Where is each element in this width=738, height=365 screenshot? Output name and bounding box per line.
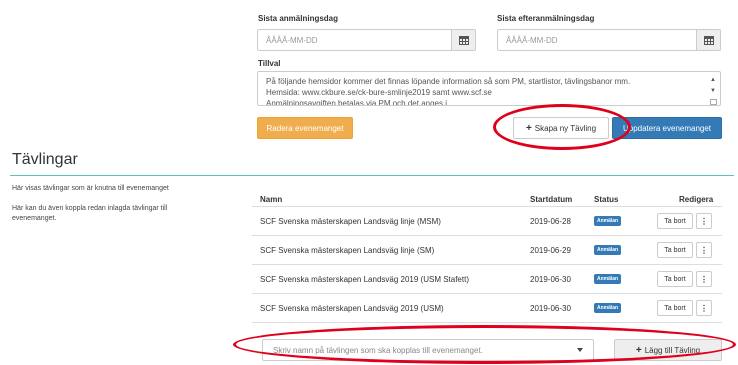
options-text-line: Anmälningsavgiften betalas via PM och de… xyxy=(266,99,454,106)
competition-name: SCF Svenska mästerskapen Landsväg linje … xyxy=(260,246,435,255)
calendar-icon[interactable] xyxy=(696,30,720,50)
kebab-menu-icon[interactable]: ⋮ xyxy=(696,271,712,287)
plus-icon: + xyxy=(635,344,642,356)
chevron-up-icon[interactable]: ▲ xyxy=(710,75,716,86)
table-row: SCF Svenska mästerskapen Landsväg 2019 (… xyxy=(252,264,722,293)
options-text-line: Hemsida: www.ckbure.se/ck-bure-smlinje20… xyxy=(266,88,492,97)
column-header-edit: Redigera xyxy=(679,195,714,204)
chevron-down-icon[interactable]: ▼ xyxy=(710,86,716,97)
section-description-line: evenemanget. xyxy=(12,215,57,222)
status-badge: Anmälan xyxy=(594,303,622,313)
link-competition-placeholder: Skriv namn på tävlingen som ska kopplas … xyxy=(273,345,483,355)
status-badge: Anmälan xyxy=(594,274,622,284)
last-late-registration-placeholder: ÅÅÅÅ-MM-DD xyxy=(506,35,558,45)
create-competition-label: Skapa ny Tävling xyxy=(534,123,597,133)
delete-competition-button[interactable]: Ta bort xyxy=(657,300,693,316)
textarea-spinner[interactable]: ▲ ▼ xyxy=(708,75,718,105)
options-text-line: På följande hemsidor kommer det finnas l… xyxy=(266,77,631,86)
resize-handle-icon[interactable] xyxy=(709,99,717,105)
update-event-button[interactable]: Uppdatera evenemanget xyxy=(612,117,722,139)
section-description: Här visas tävlingar som är knutna till e… xyxy=(12,185,169,192)
last-late-registration-label: Sista efteranmälningsdag xyxy=(497,14,595,23)
plus-icon: + xyxy=(525,122,532,134)
options-textarea[interactable]: På följande hemsidor kommer det finnas l… xyxy=(257,71,721,106)
table-row: SCF Svenska mästerskapen Landsväg linje … xyxy=(252,206,722,235)
section-description-line: Här kan du även koppla redan inlagda täv… xyxy=(12,205,168,212)
delete-competition-button[interactable]: Ta bort xyxy=(657,242,693,258)
competition-name: SCF Svenska mästerskapen Landsväg 2019 (… xyxy=(260,275,469,284)
table-row: SCF Svenska mästerskapen Landsväg linje … xyxy=(252,235,722,264)
table-bottom-border xyxy=(252,322,722,323)
section-title: Tävlingar xyxy=(12,151,78,168)
chevron-down-icon xyxy=(577,348,583,352)
delete-competition-button[interactable]: Ta bort xyxy=(657,271,693,287)
competition-date: 2019-06-30 xyxy=(530,304,571,313)
last-registration-label: Sista anmälningsdag xyxy=(258,14,339,23)
status-badge: Anmälan xyxy=(594,216,622,226)
column-header-status: Status xyxy=(594,195,619,204)
last-late-registration-date-input[interactable]: ÅÅÅÅ-MM-DD xyxy=(497,29,721,51)
column-header-start-date: Startdatum xyxy=(530,195,573,204)
delete-competition-button[interactable]: Ta bort xyxy=(657,213,693,229)
section-divider xyxy=(10,175,734,176)
create-competition-button[interactable]: + Skapa ny Tävling xyxy=(513,117,609,139)
last-registration-placeholder: ÅÅÅÅ-MM-DD xyxy=(266,35,318,45)
add-competition-button[interactable]: + Lägg till Tävling xyxy=(614,339,722,361)
link-competition-select[interactable]: Skriv namn på tävlingen som ska kopplas … xyxy=(262,339,594,361)
kebab-menu-icon[interactable]: ⋮ xyxy=(696,300,712,316)
competition-name: SCF Svenska mästerskapen Landsväg linje … xyxy=(260,217,441,226)
add-competition-label: Lägg till Tävling xyxy=(644,345,701,355)
kebab-menu-icon[interactable]: ⋮ xyxy=(696,242,712,258)
last-registration-date-input[interactable]: ÅÅÅÅ-MM-DD xyxy=(257,29,476,51)
table-row: SCF Svenska mästerskapen Landsväg 2019 (… xyxy=(252,293,722,322)
delete-event-button[interactable]: Radera evenemanget xyxy=(257,117,353,139)
competition-date: 2019-06-28 xyxy=(530,217,571,226)
section-description: Här kan du även koppla redan inlagda täv… xyxy=(12,204,167,224)
competition-date: 2019-06-29 xyxy=(530,246,571,255)
options-label: Tillval xyxy=(258,59,281,68)
competition-date: 2019-06-30 xyxy=(530,275,571,284)
kebab-menu-icon[interactable]: ⋮ xyxy=(696,213,712,229)
column-header-name: Namn xyxy=(260,195,283,204)
status-badge: Anmälan xyxy=(594,245,622,255)
competition-name: SCF Svenska mästerskapen Landsväg 2019 (… xyxy=(260,304,444,313)
calendar-icon[interactable] xyxy=(451,30,475,50)
